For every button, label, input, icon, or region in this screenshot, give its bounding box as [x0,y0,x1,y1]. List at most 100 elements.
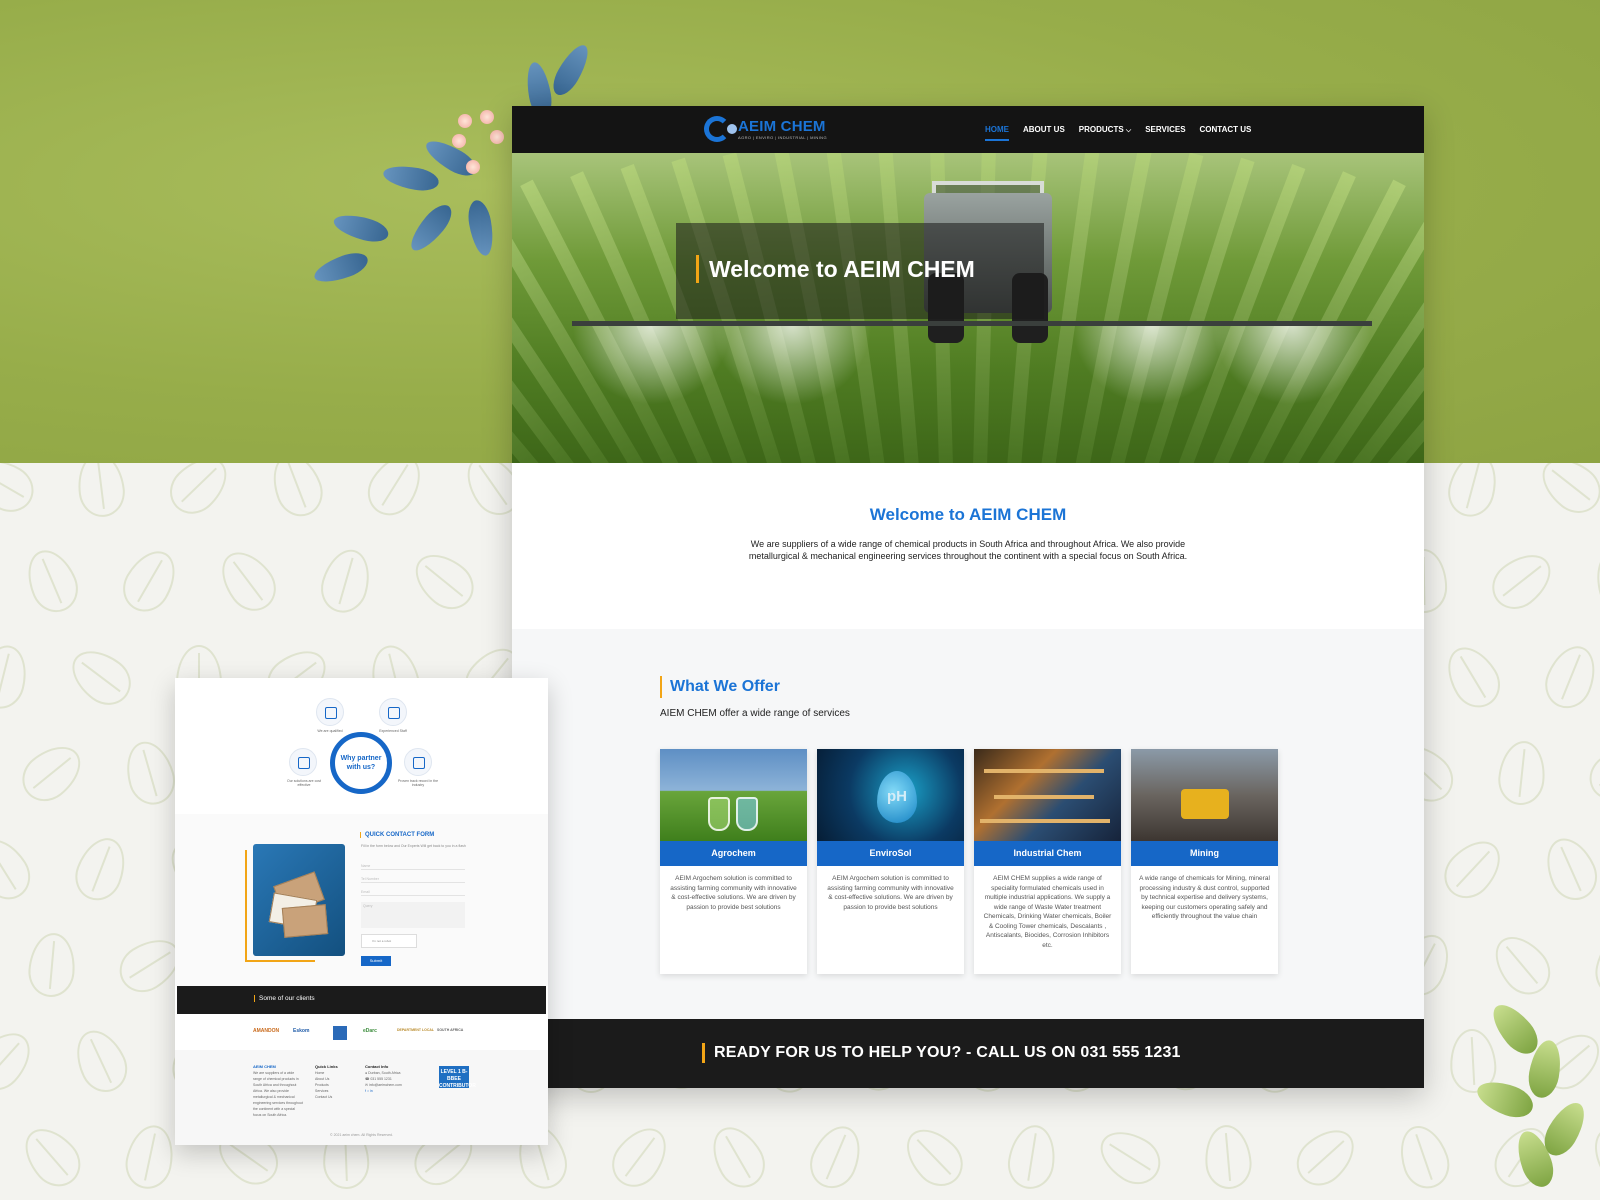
agrochem-image [660,749,807,841]
pattern-leaf [895,1118,973,1196]
footer-quick-links: Quick Links Home About Us Products Servi… [315,1064,338,1100]
offer-subtitle: AIEM CHEM offer a wide range of services [660,708,850,719]
query-textarea[interactable]: Query [361,902,465,928]
service-cards: Agrochem AEIM Argochem solution is commi… [660,749,1278,974]
nav-services[interactable]: SERVICES [1145,125,1185,134]
email-field[interactable]: Email [361,888,465,896]
why-node-label: We are qualified [317,729,343,733]
why-node-label: Our solutions are cost effective [286,779,322,787]
card-label: Industrial Chem [974,841,1121,866]
pattern-leaf [74,463,128,520]
nav-products-label: PRODUCTS [1078,124,1124,134]
footer-contact: Contact Info ● Durban, South Africa ☎ 03… [365,1064,402,1094]
pattern-leaf [1537,638,1600,716]
card-label: Mining [1131,841,1278,866]
why-partner-circle: Why partner with us? [330,732,392,794]
pattern-leaf [1583,1117,1600,1197]
card-text: AEIM CHEM supplies a wide range of speci… [983,875,1112,949]
pattern-leaf [802,1118,870,1196]
pattern-leaf [210,541,286,621]
logo-tagline: AGRO | ENVIRO | INDUSTRIAL | MINING [738,135,827,140]
mining-image [1131,749,1278,841]
pattern-leaf [1436,637,1510,717]
pattern-leaf [0,640,34,714]
card-label: EnviroSol [817,841,964,866]
footer-link[interactable]: Contact Us [315,1095,332,1099]
pattern-leaf [12,734,92,812]
pattern-leaf [26,931,78,999]
pattern-leaf [1589,544,1600,618]
location-icon: ● [365,1071,368,1075]
contact-form-title: QUICK CONTACT FORM [360,832,434,838]
footer-email[interactable]: info@aeimchem.com [369,1083,402,1087]
footer-logo: AEIM CHEM [253,1064,276,1069]
pattern-leaf [0,463,43,521]
pattern-leaf [13,1117,91,1197]
client-logo: eDarc [363,1028,377,1034]
footer-link[interactable]: Home [315,1071,324,1075]
footer-phone[interactable]: 031 555 1231 [370,1077,391,1081]
service-card-mining[interactable]: Mining A wide range of chemicals for Min… [1131,749,1278,974]
pattern-leaf [1434,829,1512,909]
site-logo[interactable]: AEIM CHEM AGRO | ENVIRO | INDUSTRIAL | M… [704,116,827,142]
why-node-label: Experienced Staff [379,729,407,733]
social-icons[interactable]: f ○ in [365,1089,373,1093]
service-card-envirosol[interactable]: pH EnviroSol AEIM Argochem solution is c… [817,749,964,974]
pattern-leaf [119,735,181,811]
welcome-title: Welcome to AEIM CHEM [869,505,1067,524]
why-node-label: Proven track record in the industry [397,779,439,787]
pattern-leaf [61,639,141,715]
pattern-leaf [120,1120,180,1194]
main-nav: HOME ABOUT US PRODUCTS ⌵ SERVICES CONTAC… [985,106,1251,153]
footer-link[interactable]: Products [315,1083,329,1087]
nav-contact-us[interactable]: CONTACT US [1200,125,1252,134]
footer-address: Durban, South Africa [368,1071,401,1075]
quick-contact-section: QUICK CONTACT FORM Fill in the form belo… [175,814,548,986]
hero-banner: Welcome to AEIM CHEM [512,153,1424,463]
pattern-leaf [66,1022,136,1100]
pattern-leaf [1495,738,1549,808]
footer-link[interactable]: Services [315,1089,328,1093]
welcome-section: Welcome to AEIM CHEM We are suppliers of… [512,463,1424,629]
card-label: Agrochem [660,841,807,866]
tel-field[interactable]: Tel Number [361,875,465,883]
footer-link[interactable]: About Us [315,1077,329,1081]
pattern-leaf [264,463,330,524]
nav-about-us[interactable]: ABOUT US [1023,125,1065,134]
cta-banner: READY FOR US TO HELP YOU? - CALL US ON 0… [512,1019,1424,1088]
homepage-mockup: AEIM CHEM AGRO | ENVIRO | INDUSTRIAL | M… [512,106,1424,1088]
recaptcha-checkbox[interactable]: I'm not a robot [361,934,417,948]
logo-icon [704,116,737,142]
client-logo: Eskom [293,1028,310,1034]
pattern-leaf [1482,543,1562,619]
cta-text: READY FOR US TO HELP YOU? - CALL US ON 0… [702,1043,1181,1063]
pattern-leaf [1531,463,1600,523]
why-partner-section: We are qualified Experienced Staff Our s… [175,678,548,814]
welcome-body: We are suppliers of a wide range of chem… [748,539,1188,561]
pattern-leaf [18,542,86,620]
footer-about-text: We are suppliers of a wide range of chem… [253,1071,303,1117]
submit-button[interactable]: Submit [361,956,391,966]
mail-icon: ✉ [365,1083,368,1087]
pattern-leaf [404,542,484,620]
card-text: AEIM Argochem solution is committed to a… [670,875,797,911]
top-navbar: AEIM CHEM AGRO | ENVIRO | INDUSTRIAL | M… [512,106,1424,153]
service-card-agrochem[interactable]: Agrochem AEIM Argochem solution is commi… [660,749,807,974]
pattern-leaf [1202,1123,1254,1191]
bbbee-badge: LEVEL 1 B-BBEE CONTRIBUTOR [439,1066,476,1089]
client-logo: DEPARTMENT LOCAL [397,1028,435,1032]
envirosol-image: pH [817,749,964,841]
nav-home[interactable]: HOME [985,125,1009,141]
footer-about: AEIM CHEM We are suppliers of a wide ran… [253,1064,303,1118]
pattern-leaf [1536,830,1600,908]
name-field[interactable]: Name [361,862,465,870]
pattern-leaf [1590,928,1600,1002]
pattern-leaf [68,830,134,908]
contact-info-title: Contact Info [365,1064,389,1069]
nav-products[interactable]: PRODUCTS ⌵ [1079,125,1131,135]
phone-icon: ☎ [365,1077,370,1081]
logo-name: AEIM CHEM [738,118,826,135]
pattern-leaf [114,541,186,621]
service-card-industrial-chem[interactable]: Industrial Chem AEIM CHEM supplies a wid… [974,749,1121,974]
client-logos: AMANDON Eskom eThekwini eDarc DEPARTMENT… [175,1014,548,1050]
